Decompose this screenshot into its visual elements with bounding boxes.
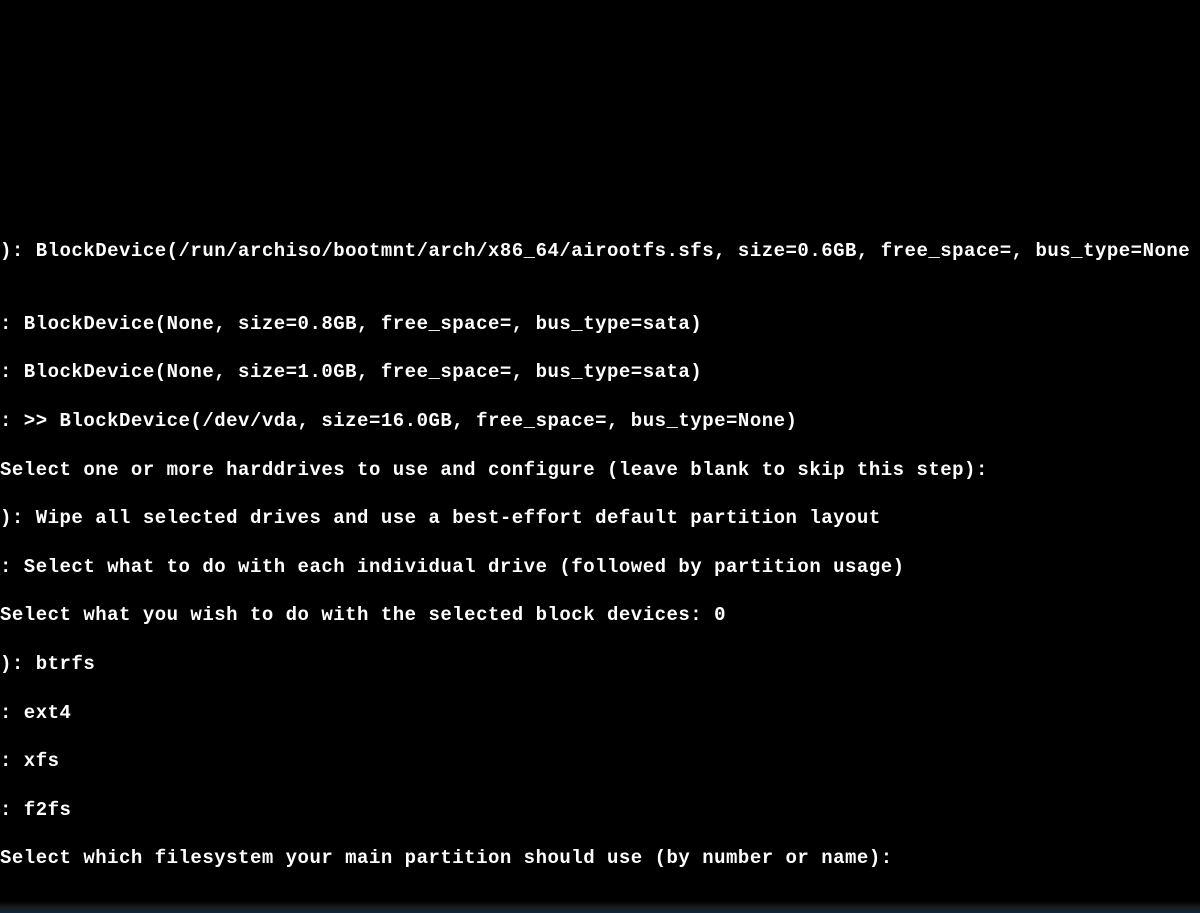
bottom-border xyxy=(0,901,1200,913)
terminal-line: : f2fs xyxy=(0,798,1200,822)
terminal-prompt[interactable]: Select which filesystem your main partit… xyxy=(0,846,1200,870)
terminal-line: Select what you wish to do with the sele… xyxy=(0,603,1200,627)
terminal-line: : Select what to do with each individual… xyxy=(0,555,1200,579)
terminal-line: : ext4 xyxy=(0,701,1200,725)
terminal-line: : xfs xyxy=(0,749,1200,773)
terminal-line: ): Wipe all selected drives and use a be… xyxy=(0,506,1200,530)
terminal-output: ): BlockDevice(/run/archiso/bootmnt/arch… xyxy=(0,215,1200,895)
terminal-line: ): BlockDevice(/run/archiso/bootmnt/arch… xyxy=(0,239,1200,263)
terminal-line: Select one or more harddrives to use and… xyxy=(0,458,1200,482)
terminal-line: : BlockDevice(None, size=1.0GB, free_spa… xyxy=(0,360,1200,384)
terminal-line: : >> BlockDevice(/dev/vda, size=16.0GB, … xyxy=(0,409,1200,433)
terminal-line: : BlockDevice(None, size=0.8GB, free_spa… xyxy=(0,312,1200,336)
terminal-line: ): btrfs xyxy=(0,652,1200,676)
